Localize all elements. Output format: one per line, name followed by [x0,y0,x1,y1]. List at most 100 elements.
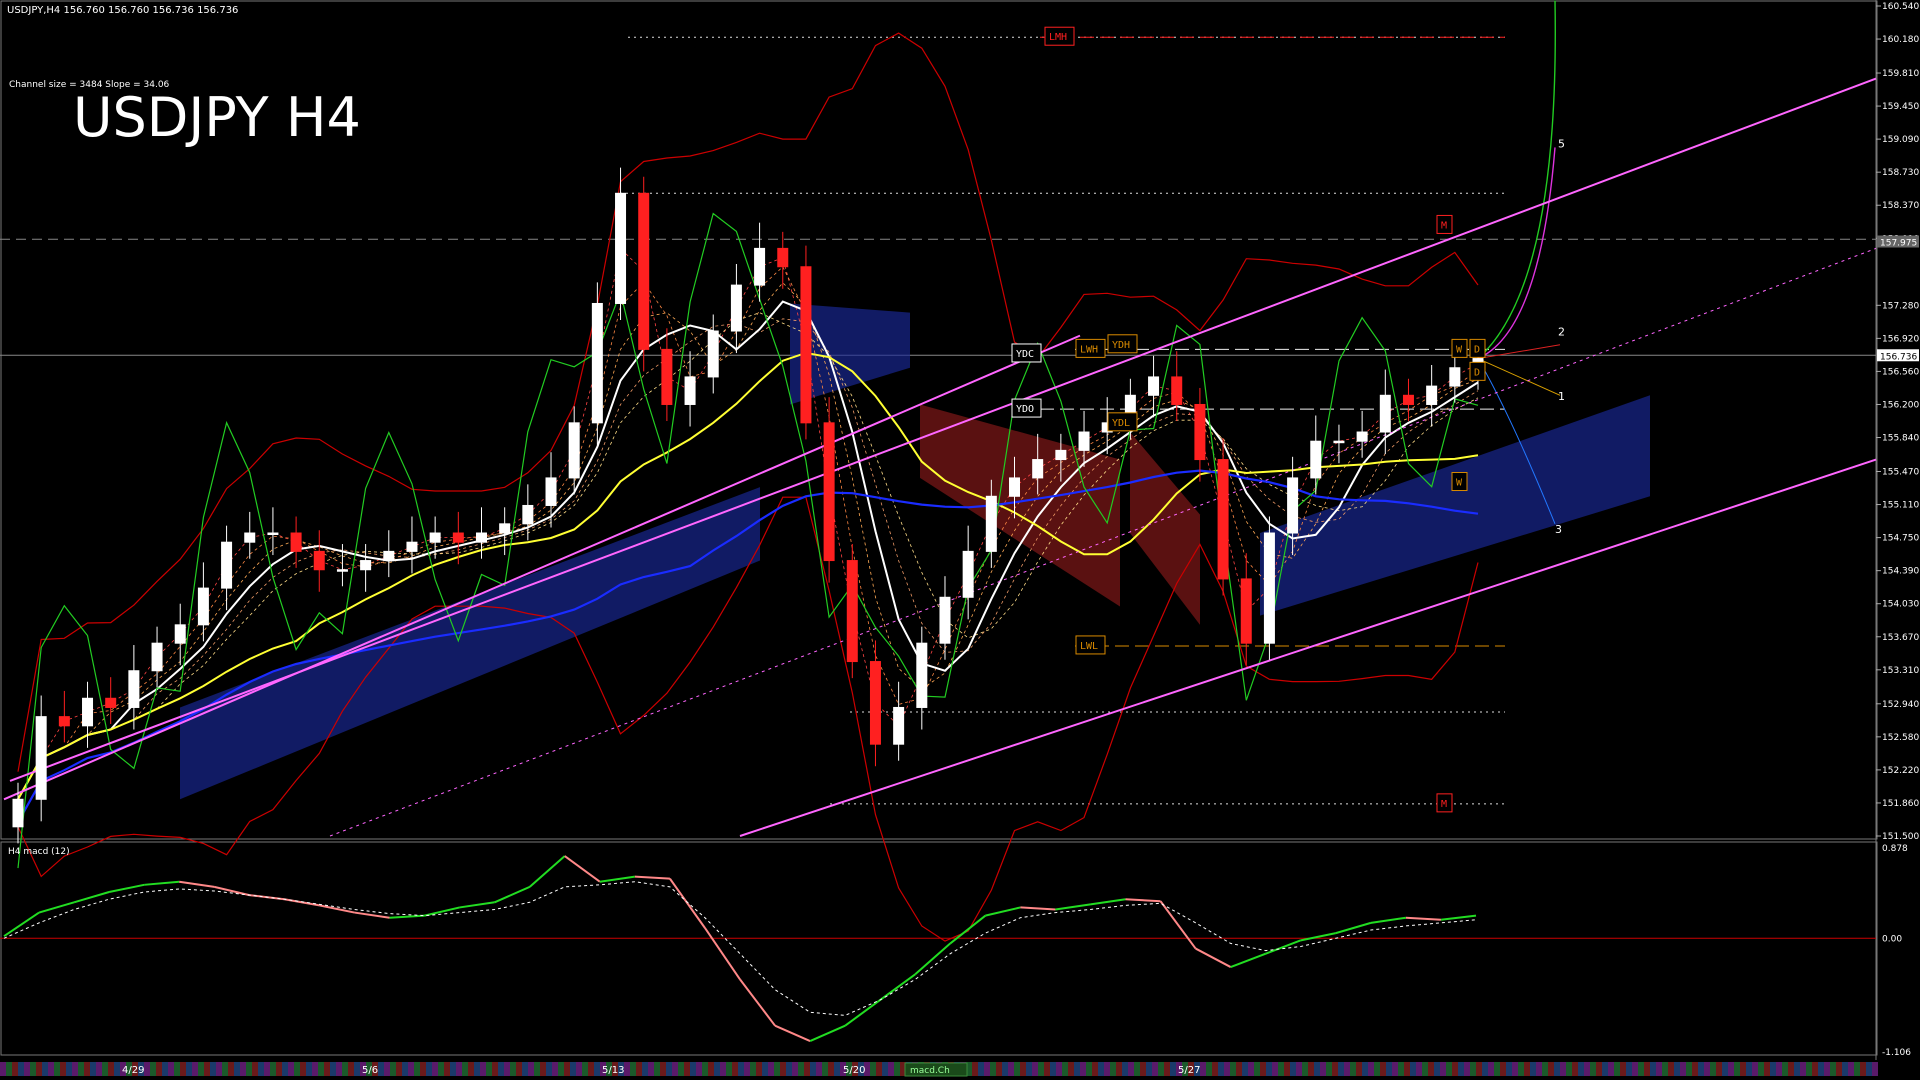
date-strip-cell [1434,1062,1440,1076]
date-strip-cell [450,1062,456,1076]
date-strip-cell [1152,1062,1158,1076]
date-strip-cell [252,1062,258,1076]
date-strip-cell [636,1062,642,1076]
date-strip-cell [1818,1062,1824,1076]
date-strip-cell [1350,1062,1356,1076]
date-strip-cell [1140,1062,1146,1076]
price-tick-label: 155.470 [1882,467,1919,477]
date-strip-cell [1122,1062,1128,1076]
date-strip-cell [0,1062,6,1076]
date-strip-cell [30,1062,36,1076]
candle-body [916,642,928,708]
date-strip-cell [1236,1062,1242,1076]
date-strip-cell [888,1062,894,1076]
candle-body [313,550,325,571]
date-strip-cell [1680,1062,1686,1076]
date-strip-cell [1572,1062,1578,1076]
date-strip-cell [282,1062,288,1076]
date-strip-cell [1224,1062,1230,1076]
date-strip-cell [576,1062,582,1076]
date-strip-cell [168,1062,174,1076]
date-strip-cell [786,1062,792,1076]
candle[interactable] [1217,438,1229,596]
current-price-tag: 156.736 [1880,352,1917,362]
date-strip-cell [1710,1062,1716,1076]
candle[interactable] [800,245,812,440]
level-label-m: M [1441,799,1447,810]
date-strip-cell [1002,1062,1008,1076]
date-strip-cell [180,1062,186,1076]
candle[interactable] [846,544,858,679]
date-strip-cell [36,1062,42,1076]
candle[interactable] [638,176,650,372]
date-tick-label: 5/20 [843,1065,865,1076]
candle-body [522,504,534,525]
date-strip-cell [186,1062,192,1076]
date-strip-cell [66,1062,72,1076]
candle-body [823,422,835,562]
date-strip-cell [1458,1062,1464,1076]
date-strip-cell [486,1062,492,1076]
date-strip-cell [1086,1062,1092,1076]
candle-body [939,596,951,644]
date-strip-cell [570,1062,576,1076]
candle-body [12,798,24,828]
level-label-w: W [1456,344,1463,355]
level-label-ydl: YDL [1112,418,1130,429]
level-label-w: W [1456,478,1463,489]
date-strip-cell [1056,1062,1062,1076]
level-label-d: D [1474,367,1480,378]
date-strip-cell [312,1062,318,1076]
date-strip-cell [1644,1062,1650,1076]
chart-canvas[interactable]: LMHMMYDCYDOYDHYDLLWHLWLWWDD5213 160.5401… [0,0,1920,1080]
date-strip-cell [708,1062,714,1076]
date-strip-cell [1116,1062,1122,1076]
date-strip-cell [690,1062,696,1076]
date-strip-cell [1326,1062,1332,1076]
date-strip-cell [78,1062,84,1076]
date-strip-cell [1746,1062,1752,1076]
projection-label-5: 5 [1558,137,1565,150]
date-strip-cell [306,1062,312,1076]
candle[interactable] [591,282,603,445]
date-strip-cell [144,1062,150,1076]
date-strip-cell [192,1062,198,1076]
price-tick-label: 152.220 [1882,766,1919,776]
date-strip-cell [1314,1062,1320,1076]
date-strip-cell [1242,1062,1248,1076]
candle[interactable] [1263,516,1275,660]
price-tick-label: 153.310 [1882,666,1919,676]
date-strip-cell [516,1062,522,1076]
date-strip-cell [792,1062,798,1076]
date-strip-cell [1068,1062,1074,1076]
date-strip-cell [156,1062,162,1076]
candle-body [1379,394,1391,433]
price-tick-label: 152.580 [1882,733,1919,743]
level-label-lmh: LMH [1049,32,1067,43]
date-strip-cell [1386,1062,1392,1076]
date-strip-cell [1230,1062,1236,1076]
date-strip-cell [1524,1062,1530,1076]
date-strip-cell [510,1062,516,1076]
candle[interactable] [823,397,835,583]
date-strip-cell [336,1062,342,1076]
date-strip-cell [1374,1062,1380,1076]
date-strip-cell [1500,1062,1506,1076]
date-strip-cell [1854,1062,1860,1076]
candle-body [962,550,974,598]
date-strip-cell [390,1062,396,1076]
date-strip-cell [456,1062,462,1076]
date-strip-cell [1254,1062,1260,1076]
date-strip-cell [1788,1062,1794,1076]
projection-label-1: 1 [1558,390,1565,403]
date-strip-cell [1764,1062,1770,1076]
date-strip-cell [666,1062,672,1076]
candle-body [35,716,47,800]
date-strip-cell [1536,1062,1542,1076]
candle-body [1356,431,1368,442]
date-strip-cell [1212,1062,1218,1076]
date-strip-cell [264,1062,270,1076]
candle-body [893,706,905,745]
date-strip-cell [462,1062,468,1076]
date-strip-cell [1554,1062,1560,1076]
